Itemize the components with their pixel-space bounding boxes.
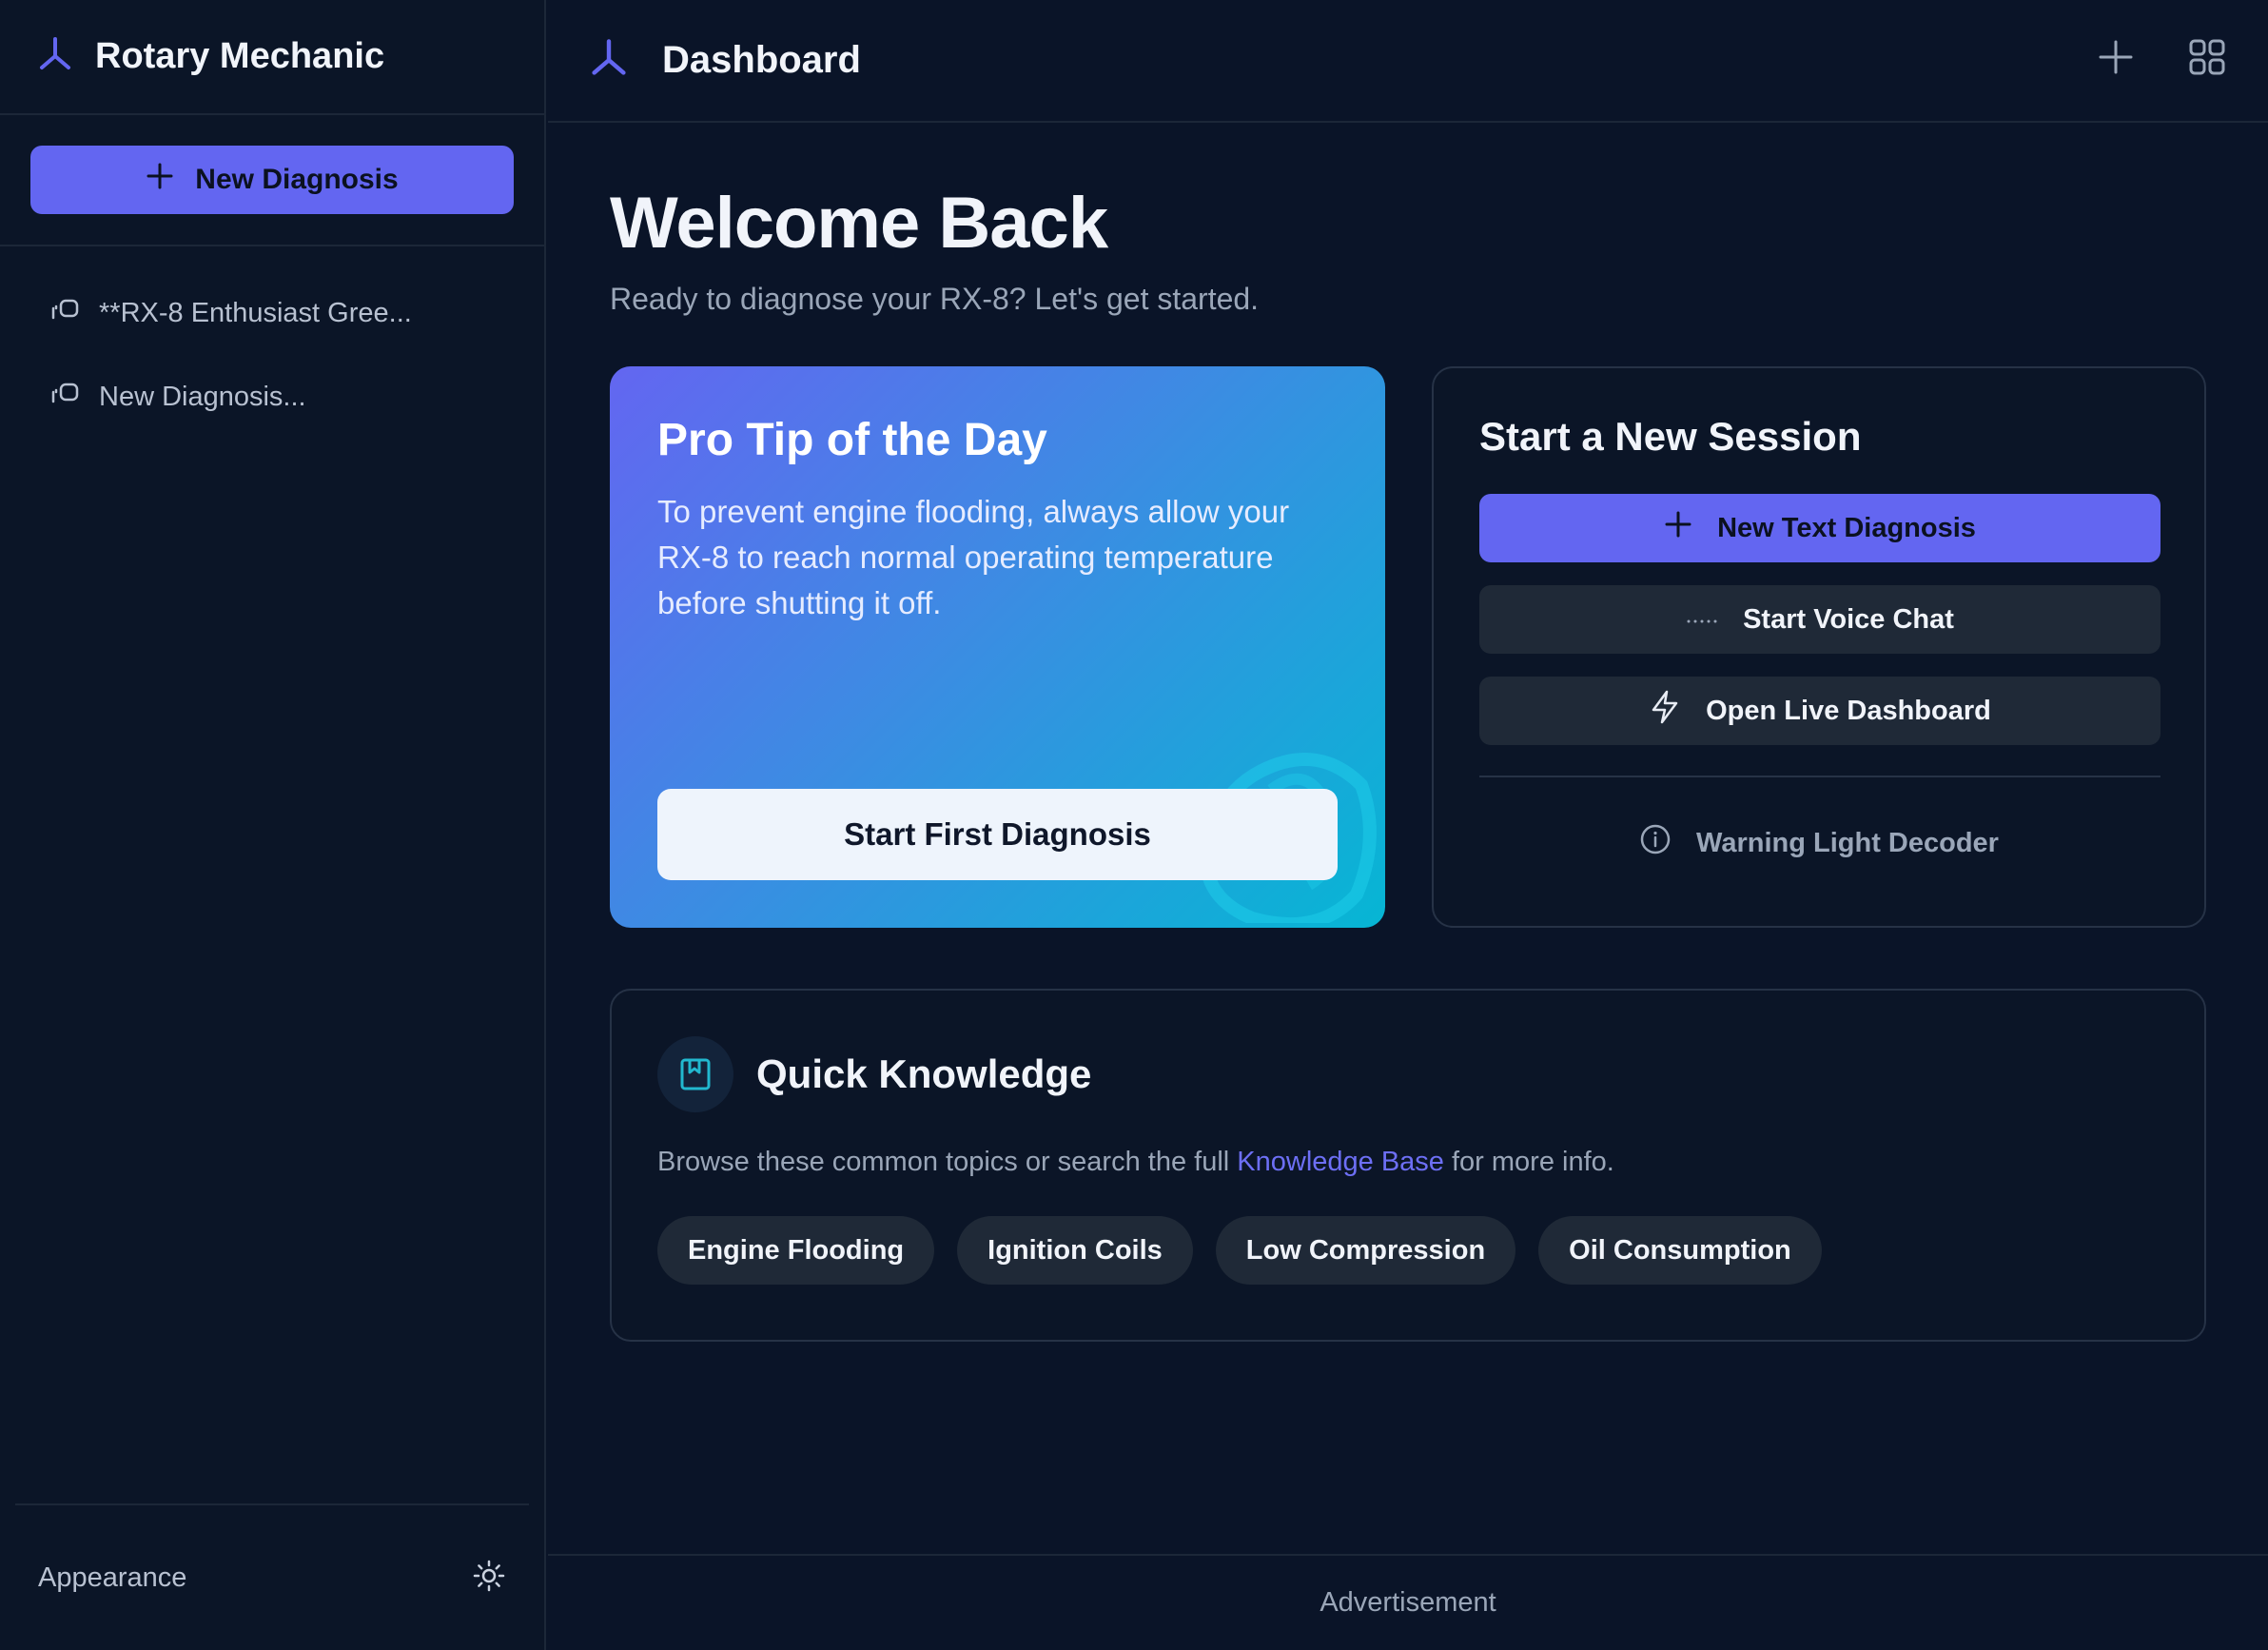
brand[interactable]: Rotary Mechanic xyxy=(0,0,544,115)
plus-icon xyxy=(146,162,174,198)
new-diagnosis-button[interactable]: New Diagnosis xyxy=(30,146,514,214)
pro-tip-card: Pro Tip of the Day To prevent engine flo… xyxy=(610,366,1385,928)
warning-light-decoder-label: Warning Light Decoder xyxy=(1696,827,1999,858)
welcome-title: Welcome Back xyxy=(610,183,1108,264)
session-title: Start a New Session xyxy=(1479,414,1862,459)
info-icon xyxy=(1639,823,1672,863)
history-item[interactable]: **RX-8 Enthusiast Gree... xyxy=(0,271,544,355)
sidebar: Rotary Mechanic New Diagnosis **RX-8 Ent… xyxy=(0,0,546,1650)
welcome-subtitle: Ready to diagnose your RX-8? Let's get s… xyxy=(610,282,1260,316)
plus-icon xyxy=(1664,510,1692,546)
start-voice-chat-button[interactable]: Start Voice Chat xyxy=(1479,585,2160,654)
chat-history-icon xyxy=(49,381,80,413)
plus-icon[interactable] xyxy=(2095,36,2137,83)
waveform-icon xyxy=(1686,604,1718,636)
rotor-logo-icon xyxy=(36,35,74,78)
pro-tip-title: Pro Tip of the Day xyxy=(657,415,1047,465)
sun-icon[interactable] xyxy=(472,1559,506,1598)
brand-title: Rotary Mechanic xyxy=(95,36,385,76)
quick-knowledge-desc-before: Browse these common topics or search the… xyxy=(657,1147,1238,1177)
book-icon xyxy=(657,1036,733,1112)
topic-chips: Engine Flooding Ignition Coils Low Compr… xyxy=(657,1216,2159,1285)
new-session-card: Start a New Session New Text Diagnosis S… xyxy=(1432,366,2206,928)
history-item-label: **RX-8 Enthusiast Gree... xyxy=(99,297,412,328)
start-first-diagnosis-button[interactable]: Start First Diagnosis xyxy=(657,789,1338,880)
history-item[interactable]: New Diagnosis... xyxy=(0,355,544,439)
divider xyxy=(1479,776,2160,777)
new-diagnosis-label: New Diagnosis xyxy=(195,164,399,195)
topic-chip-low-compression[interactable]: Low Compression xyxy=(1215,1216,1516,1285)
new-diagnosis-section: New Diagnosis xyxy=(0,115,544,246)
quick-knowledge-card: Quick Knowledge Browse these common topi… xyxy=(610,989,2206,1342)
quick-knowledge-description: Browse these common topics or search the… xyxy=(657,1147,2159,1178)
pro-tip-text: To prevent engine flooding, always allow… xyxy=(657,494,1290,620)
quick-knowledge-title: Quick Knowledge xyxy=(756,1051,1092,1096)
warning-light-decoder-link[interactable]: Warning Light Decoder xyxy=(1479,823,2159,863)
open-live-dashboard-button[interactable]: Open Live Dashboard xyxy=(1479,677,2160,745)
advertisement-bar: Advertisement xyxy=(548,1554,2268,1650)
topbar: Dashboard xyxy=(548,0,2268,123)
topic-chip-ignition-coils[interactable]: Ignition Coils xyxy=(957,1216,1193,1285)
start-voice-chat-label: Start Voice Chat xyxy=(1743,603,1954,635)
topic-chip-engine-flooding[interactable]: Engine Flooding xyxy=(657,1216,935,1285)
appearance-label: Appearance xyxy=(38,1562,187,1593)
quick-knowledge-header: Quick Knowledge xyxy=(657,1036,2159,1112)
open-live-dashboard-label: Open Live Dashboard xyxy=(1706,695,1991,726)
topic-chip-oil-consumption[interactable]: Oil Consumption xyxy=(1538,1216,1822,1285)
page-title: Dashboard xyxy=(662,39,861,81)
topbar-actions xyxy=(2095,36,2228,83)
new-text-diagnosis-label: New Text Diagnosis xyxy=(1717,512,1976,543)
sidebar-footer: Appearance xyxy=(15,1503,529,1650)
chat-history-icon xyxy=(49,297,80,329)
history-item-label: New Diagnosis... xyxy=(99,381,306,412)
lightning-icon xyxy=(1649,689,1681,733)
cards-row: Pro Tip of the Day To prevent engine flo… xyxy=(610,366,2206,928)
quick-knowledge-desc-after: for more info. xyxy=(1443,1147,1614,1177)
new-text-diagnosis-button[interactable]: New Text Diagnosis xyxy=(1479,494,2160,562)
knowledge-base-link[interactable]: Knowledge Base xyxy=(1237,1147,1444,1177)
grid-icon[interactable] xyxy=(2186,36,2228,83)
rotor-logo-icon xyxy=(588,37,630,84)
main-content: Welcome Back Ready to diagnose your RX-8… xyxy=(610,123,2206,1342)
advertisement-label: Advertisement xyxy=(1320,1587,1496,1618)
history-list: **RX-8 Enthusiast Gree... New Diagnosis.… xyxy=(0,246,544,439)
